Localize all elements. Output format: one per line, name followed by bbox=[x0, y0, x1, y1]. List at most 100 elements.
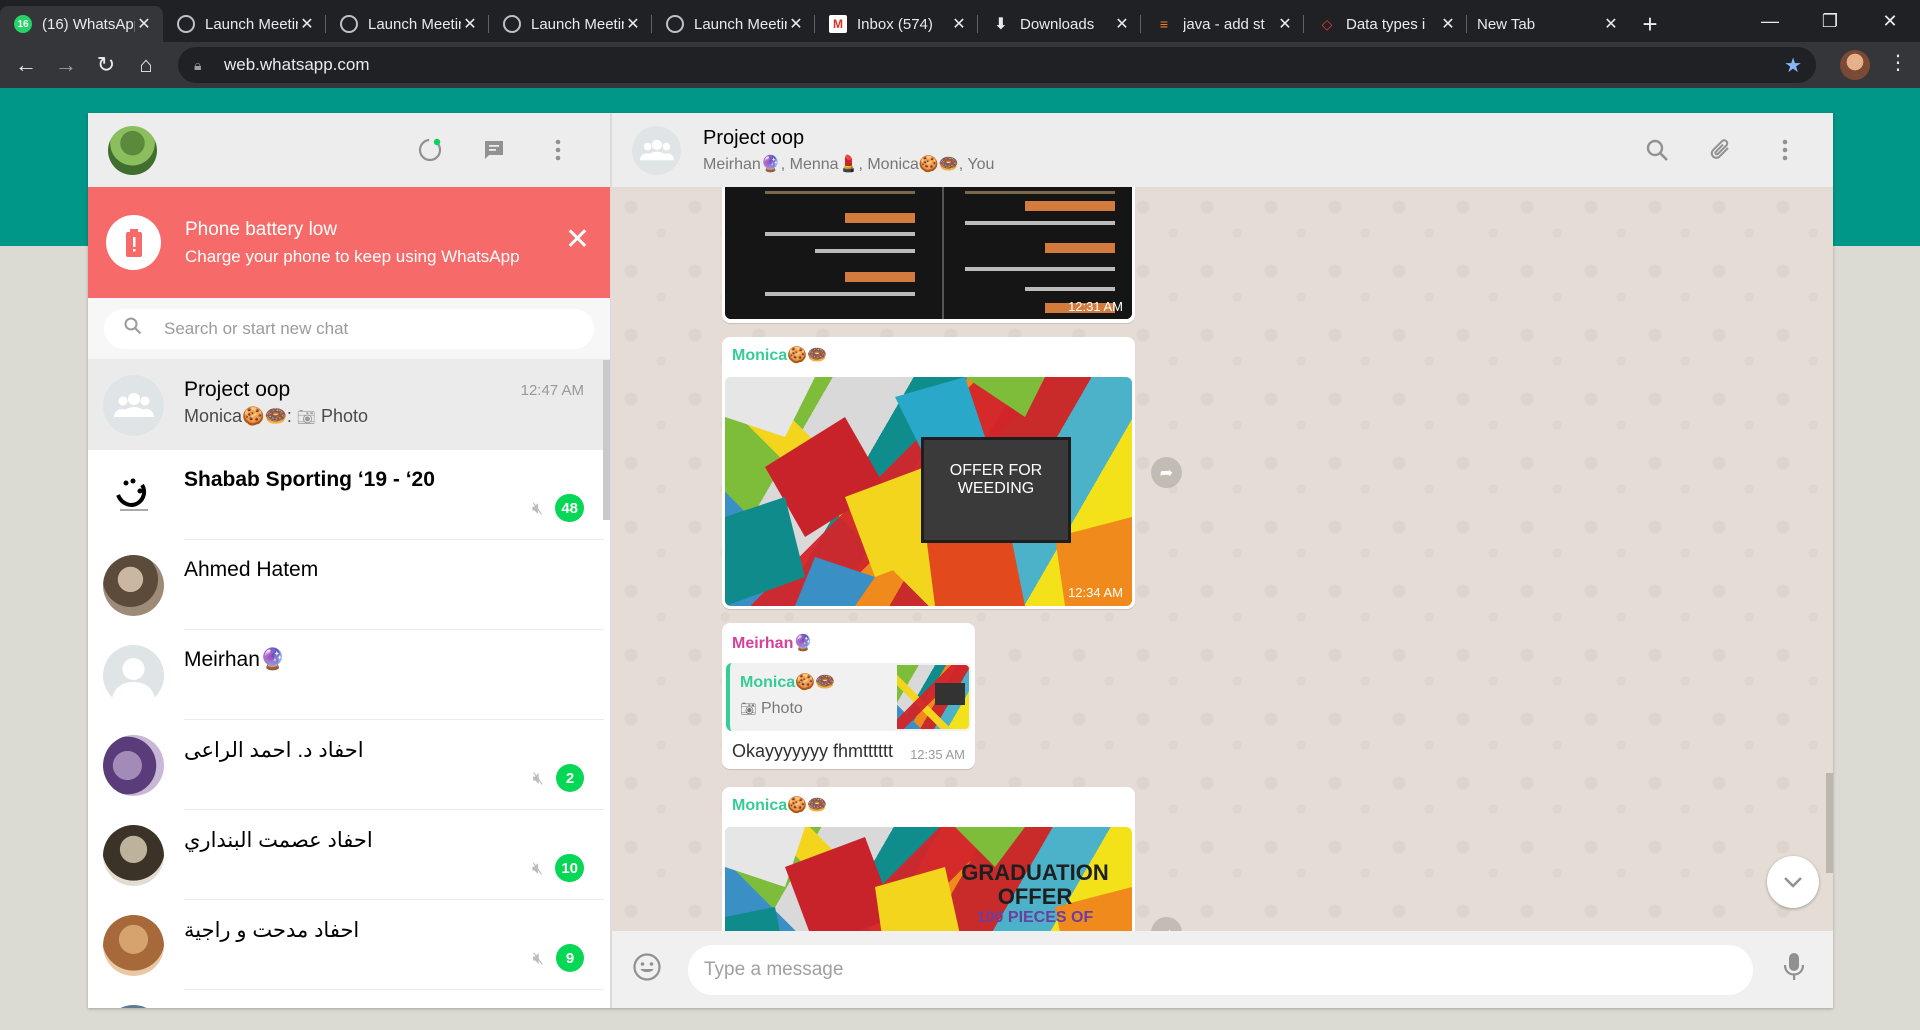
chat-item-ahmed-hatem[interactable]: Ahmed Hatem bbox=[88, 540, 604, 630]
microphone-icon[interactable] bbox=[1783, 952, 1813, 987]
quoted-text: 📷︎ Photo bbox=[740, 700, 803, 718]
message-sender: Monica🍪🍩 bbox=[732, 347, 827, 364]
scroll-down-button[interactable] bbox=[1767, 856, 1819, 908]
battery-alert-banner[interactable]: Phone battery low Charge your phone to k… bbox=[88, 187, 610, 298]
chat-time: 12:47 AM bbox=[520, 382, 584, 399]
tab-title: Launch Meeting bbox=[531, 15, 624, 33]
offer-card: OFFER FOR WEEDING bbox=[921, 437, 1071, 543]
forward-icon[interactable]: → bbox=[46, 45, 86, 85]
globe-icon bbox=[177, 15, 195, 33]
close-tab-icon[interactable]: ✕ bbox=[461, 14, 479, 34]
restore-button[interactable]: ❐ bbox=[1800, 0, 1860, 42]
close-tab-icon[interactable]: ✕ bbox=[787, 14, 805, 34]
sidebar: Phone battery low Charge your phone to k… bbox=[88, 113, 611, 1008]
search-placeholder: Search or start new chat bbox=[164, 318, 349, 338]
chat-item-project-oop[interactable]: Project oop Monica🍪🍩: 📷︎ Photo 12:47 AM bbox=[88, 360, 604, 450]
image-message[interactable]: Monica🍪🍩 OFFER FOR WEEDING 12:34 AM bbox=[722, 337, 1135, 609]
close-tab-icon[interactable]: ✕ bbox=[298, 14, 316, 34]
menu-icon[interactable] bbox=[544, 136, 572, 164]
image-caption: GRADUATION OFFER 100 PIECES OF bbox=[935, 861, 1132, 927]
image-message[interactable]: 12:31 AM bbox=[722, 177, 1135, 323]
quoted-message[interactable]: Monica🍪🍩 📷︎ Photo bbox=[726, 663, 971, 731]
minimize-button[interactable]: — bbox=[1740, 0, 1800, 42]
chat-item-shabab-sporting[interactable]: Shabab Sporting ‘19 - ‘20 🔇︎ 48 bbox=[88, 450, 604, 540]
message-image[interactable]: OFFER FOR WEEDING bbox=[725, 377, 1132, 606]
close-tab-icon[interactable]: ✕ bbox=[950, 14, 968, 34]
image-message[interactable]: Monica🍪🍩 GRADUATION OFFER 100 PIECES OF bbox=[722, 787, 1135, 957]
conversation-header[interactable]: Project oop Meirhan🔮, Menna💄, Monica🍪🍩, … bbox=[611, 113, 1833, 187]
profile-avatar[interactable] bbox=[1840, 50, 1870, 80]
group-avatar bbox=[103, 374, 164, 436]
chat-preview: Monica🍪🍩: 📷︎ Photo bbox=[184, 406, 604, 427]
close-tab-icon[interactable]: ✕ bbox=[1113, 14, 1131, 34]
close-tab-icon[interactable]: ✕ bbox=[135, 14, 153, 34]
browser-tab[interactable]: Launch Meeting ✕ bbox=[163, 6, 326, 42]
preview-sender: Monica🍪🍩: bbox=[184, 406, 292, 426]
menu-icon[interactable] bbox=[1771, 136, 1799, 164]
browser-menu-icon[interactable]: ⋮ bbox=[1888, 50, 1908, 75]
status-icon[interactable] bbox=[416, 136, 444, 164]
browser-tab[interactable]: Launch Meeting ✕ bbox=[652, 6, 815, 42]
chat-item-meirhan[interactable]: Meirhan🔮 bbox=[88, 630, 604, 720]
message-input[interactable]: Type a message bbox=[688, 944, 1753, 995]
chat-item-group-1[interactable]: احفاد د. احمد الراعى 🔇︎ 2 bbox=[88, 720, 604, 810]
chat-item-partial[interactable] bbox=[88, 990, 604, 1008]
unread-badge: 2 bbox=[556, 764, 584, 792]
close-tab-icon[interactable]: ✕ bbox=[1276, 14, 1294, 34]
message-sender: Meirhan🔮 bbox=[732, 635, 814, 652]
forward-icon[interactable]: ➦ bbox=[1151, 457, 1182, 488]
reload-icon[interactable]: ↻ bbox=[86, 45, 126, 85]
camera-icon: 📷︎ bbox=[296, 409, 316, 426]
stackoverflow-icon: ≡ bbox=[1159, 16, 1169, 32]
attach-icon[interactable] bbox=[1707, 136, 1735, 164]
browser-tab[interactable]: Launch Meeting ✕ bbox=[326, 6, 489, 42]
lock-icon: 🔒︎ bbox=[194, 56, 202, 73]
my-avatar[interactable] bbox=[108, 125, 157, 175]
new-tab-button[interactable]: + bbox=[1630, 6, 1670, 42]
url-text: web.whatsapp.com bbox=[224, 55, 370, 74]
close-tab-icon[interactable]: ✕ bbox=[1602, 14, 1620, 34]
tab-title: Launch Meeting bbox=[368, 15, 461, 33]
browser-tab[interactable]: ⬇ Downloads ✕ bbox=[978, 6, 1141, 42]
close-tab-icon[interactable]: ✕ bbox=[1439, 14, 1457, 34]
chat-avatar bbox=[103, 554, 164, 616]
browser-tab[interactable]: ◇ Data types i ✕ bbox=[1304, 6, 1467, 42]
browser-tab[interactable]: 16 (16) WhatsApp ✕ bbox=[0, 6, 163, 42]
tab-title: Inbox (574) bbox=[857, 15, 933, 33]
window-close-button[interactable]: ✕ bbox=[1860, 0, 1920, 42]
browser-tab[interactable]: M Inbox (574) ✕ bbox=[815, 6, 978, 42]
muted-icon: 🔇︎ bbox=[532, 947, 544, 968]
chat-item-group-2[interactable]: احفاد عصمت البنداري 🔇︎ 10 bbox=[88, 810, 604, 900]
close-alert-icon[interactable]: ✕ bbox=[565, 225, 590, 255]
message-image[interactable] bbox=[725, 177, 1132, 319]
chat-avatar bbox=[103, 824, 164, 886]
alert-title: Phone battery low bbox=[185, 218, 338, 240]
sidebar-scrollbar[interactable] bbox=[603, 360, 610, 520]
back-icon[interactable]: ← bbox=[6, 45, 46, 85]
reply-message[interactable]: Meirhan🔮 Monica🍪🍩 📷︎ Photo Okayyyyyyy fh… bbox=[722, 623, 975, 769]
home-icon[interactable]: ⌂ bbox=[126, 45, 166, 85]
browser-tab[interactable]: ≡ java - add st ✕ bbox=[1141, 6, 1304, 42]
conversation-participants: Meirhan🔮, Menna💄, Monica🍪🍩, You bbox=[703, 155, 995, 173]
new-chat-icon[interactable] bbox=[480, 136, 508, 164]
browser-toolbar: ← → ↻ ⌂ 🔒︎ web.whatsapp.com ★ ⋮ bbox=[0, 42, 1920, 88]
browser-tab[interactable]: New Tab ✕ bbox=[1467, 6, 1630, 42]
conversation-scrollbar[interactable] bbox=[1826, 773, 1833, 873]
camera-icon: 📷︎ bbox=[740, 701, 757, 716]
message-composer: Type a message bbox=[611, 931, 1833, 1008]
unread-badge: 48 bbox=[555, 494, 584, 522]
search-input[interactable]: Search or start new chat bbox=[104, 308, 594, 349]
tab-title: Launch Meeting bbox=[205, 15, 298, 33]
unread-badge: 10 bbox=[555, 854, 584, 882]
search-icon[interactable] bbox=[1643, 136, 1671, 164]
emoji-icon[interactable] bbox=[632, 952, 662, 987]
browser-tab[interactable]: Launch Meeting ✕ bbox=[489, 6, 652, 42]
close-tab-icon[interactable]: ✕ bbox=[624, 14, 642, 34]
message-input-placeholder: Type a message bbox=[704, 958, 844, 980]
chat-name: Ahmed Hatem bbox=[184, 558, 319, 581]
tab-title: Launch Meeting bbox=[694, 15, 787, 33]
bookmark-star-icon[interactable]: ★ bbox=[1784, 53, 1802, 78]
address-bar[interactable]: 🔒︎ web.whatsapp.com ★ bbox=[178, 47, 1816, 83]
chat-item-group-3[interactable]: احفاد مدحت و راجية 🔇︎ 9 bbox=[88, 900, 604, 990]
search-icon bbox=[124, 317, 164, 340]
